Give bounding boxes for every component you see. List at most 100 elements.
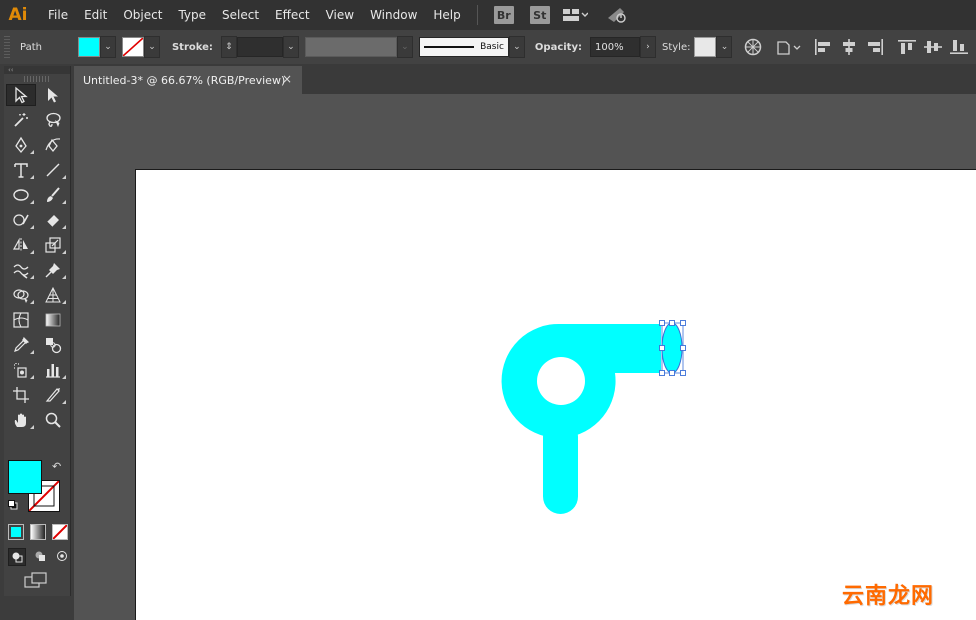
align-bottom-icon[interactable] — [950, 39, 969, 55]
control-bar-grip[interactable] — [4, 36, 10, 58]
variable-width-dropdown[interactable]: ⌄ — [396, 36, 413, 58]
fill-swatch[interactable] — [77, 37, 100, 57]
align-left-icon[interactable] — [814, 39, 832, 55]
stock-button[interactable]: St — [529, 6, 550, 24]
stroke-swatch[interactable] — [121, 37, 144, 57]
menu-edit[interactable]: Edit — [76, 0, 115, 30]
hand-tool[interactable] — [6, 409, 36, 431]
menu-window[interactable]: Window — [362, 0, 425, 30]
tool-group-indicator — [30, 350, 34, 354]
stroke-weight-input[interactable] — [236, 37, 283, 57]
watermark-logo: 云南龙网 — [842, 584, 935, 609]
recolor-artwork-icon[interactable] — [744, 38, 762, 56]
menu-object[interactable]: Object — [115, 0, 170, 30]
symbol-sprayer-tool[interactable] — [6, 359, 36, 381]
shaper-tool[interactable] — [6, 209, 36, 231]
document-setup-icon[interactable] — [776, 39, 802, 55]
none-button[interactable] — [52, 524, 68, 540]
type-tool[interactable] — [6, 159, 36, 181]
shape-builder-tool[interactable] — [6, 284, 36, 306]
magic-wand-tool[interactable] — [6, 109, 36, 131]
opacity-arrow[interactable]: › — [639, 36, 656, 58]
blend-tool[interactable] — [38, 334, 68, 356]
curvature-tool[interactable] — [38, 134, 68, 156]
color-button[interactable] — [8, 524, 24, 540]
magic-wand-icon — [14, 113, 28, 127]
eraser-tool[interactable] — [38, 209, 68, 231]
menu-effect[interactable]: Effect — [267, 0, 318, 30]
pen-tool[interactable] — [6, 134, 36, 156]
menu-file[interactable]: File — [36, 0, 76, 30]
artwork-layer — [501, 320, 686, 514]
brush-label: Basic — [480, 42, 504, 52]
bridge-button[interactable]: Br — [493, 6, 514, 24]
zoom-tool[interactable] — [38, 409, 68, 431]
menu-view[interactable]: View — [318, 0, 362, 30]
eyedropper-tool[interactable] — [6, 334, 36, 356]
tools-panel-grip[interactable] — [24, 76, 50, 82]
screen-mode-button[interactable] — [24, 572, 48, 591]
menu-select[interactable]: Select — [214, 0, 267, 30]
close-tab-icon[interactable]: × — [282, 72, 292, 86]
fill-color-box[interactable] — [8, 460, 42, 494]
ellipse-tool[interactable] — [6, 184, 36, 206]
hair-dryer-shape[interactable] — [501, 323, 661, 514]
menu-type[interactable]: Type — [170, 0, 214, 30]
graphic-style-swatch[interactable] — [694, 37, 717, 57]
app-logo: Ai — [8, 5, 28, 25]
tool-group-indicator — [30, 275, 34, 279]
default-fill-stroke-icon[interactable] — [8, 500, 18, 510]
direct-selection-tool[interactable] — [38, 84, 68, 106]
lasso-tool[interactable] — [38, 109, 68, 131]
stroke-dropdown[interactable]: ⌄ — [143, 36, 160, 58]
scale-icon — [45, 237, 61, 253]
gpu-performance-icon[interactable] — [606, 6, 628, 24]
selected-ellipse[interactable] — [659, 320, 686, 376]
stroke-weight-dropdown[interactable]: ⌄ — [282, 36, 299, 58]
puppet-warp-tool[interactable] — [38, 259, 68, 281]
fill-dropdown[interactable]: ⌄ — [99, 36, 116, 58]
opacity-input[interactable]: 100% — [589, 37, 640, 57]
draw-inside-icon[interactable] — [54, 548, 70, 564]
tool-group-indicator — [62, 200, 66, 204]
workspace-layout-icon[interactable] — [562, 8, 588, 22]
perspective-grid-tool[interactable] — [38, 284, 68, 306]
swap-fill-stroke-icon[interactable]: ↶ — [52, 460, 61, 473]
document-tab[interactable]: Untitled-3* @ 66.67% (RGB/Preview) × — [74, 66, 302, 94]
menu-help[interactable]: Help — [425, 0, 468, 30]
warp-tool[interactable] — [6, 259, 36, 281]
gradient-icon — [45, 313, 61, 327]
gradient-tool[interactable] — [38, 309, 68, 331]
paintbrush-tool[interactable] — [38, 184, 68, 206]
column-graph-tool[interactable] — [38, 359, 68, 381]
selection-tool[interactable] — [6, 84, 36, 106]
tools-panel-collapse[interactable]: ‹‹ — [4, 66, 70, 74]
line-segment-tool[interactable] — [38, 159, 68, 181]
draw-normal-icon[interactable] — [8, 548, 26, 566]
selection-type-label: Path — [20, 41, 42, 53]
gradient-button[interactable] — [30, 524, 46, 540]
warp-icon — [13, 264, 29, 279]
variable-width-profile[interactable] — [304, 37, 397, 57]
graphic-style-dropdown[interactable]: ⌄ — [716, 36, 733, 58]
ellipse-icon — [13, 189, 29, 201]
hand-icon — [14, 413, 26, 427]
brush-dropdown[interactable]: ⌄ — [508, 36, 525, 58]
align-vertical-center-icon[interactable] — [924, 39, 943, 55]
mesh-tool[interactable] — [6, 309, 36, 331]
screen-mode-icon — [24, 572, 47, 588]
align-right-icon[interactable] — [866, 39, 884, 55]
slice-tool[interactable] — [38, 384, 68, 406]
draw-behind-icon[interactable] — [32, 548, 48, 564]
mesh-icon — [13, 312, 29, 328]
align-center-icon[interactable] — [840, 39, 858, 55]
artboard-tool[interactable] — [6, 384, 36, 406]
reflect-tool[interactable] — [6, 234, 36, 256]
opacity-label[interactable]: Opacity: — [535, 42, 582, 53]
artboard[interactable] — [135, 169, 976, 620]
stroke-weight-spinner[interactable]: ⇕ — [220, 36, 237, 58]
brush-definition[interactable]: Basic — [418, 37, 509, 57]
scale-tool[interactable] — [38, 234, 68, 256]
align-top-icon[interactable] — [898, 39, 917, 55]
artboard-icon — [13, 387, 29, 403]
